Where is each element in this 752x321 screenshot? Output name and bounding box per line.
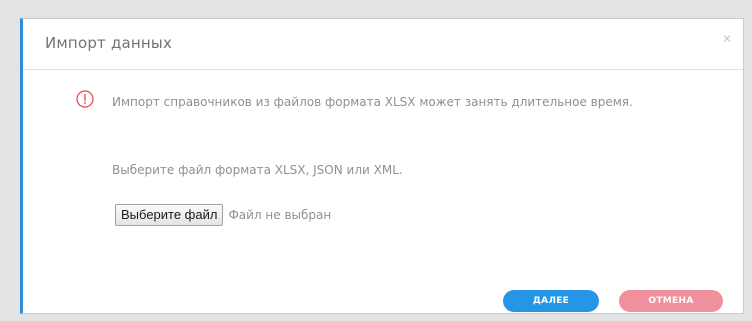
dialog-header: Импорт данных ✕	[23, 19, 743, 70]
warning-message: Импорт справочников из файлов формата XL…	[112, 95, 633, 109]
file-input: Выберите файл Файл не выбран	[115, 204, 331, 226]
screen-background: Импорт данных ✕ Импорт справочников из ф…	[0, 0, 752, 321]
dialog-title: Импорт данных	[45, 34, 173, 52]
exclamation-circle-icon	[76, 90, 94, 108]
file-status-label: Файл не выбран	[228, 208, 332, 222]
choose-file-button[interactable]: Выберите файл	[115, 204, 224, 226]
next-button[interactable]: ДАЛЕЕ	[503, 290, 599, 312]
file-format-hint: Выберите файл формата XLSX, JSON или XML…	[112, 163, 403, 177]
import-dialog: Импорт данных ✕ Импорт справочников из ф…	[20, 18, 744, 314]
close-icon[interactable]: ✕	[719, 31, 735, 47]
dialog-body: Импорт справочников из файлов формата XL…	[23, 70, 743, 313]
cancel-button[interactable]: ОТМЕНА	[619, 290, 723, 312]
